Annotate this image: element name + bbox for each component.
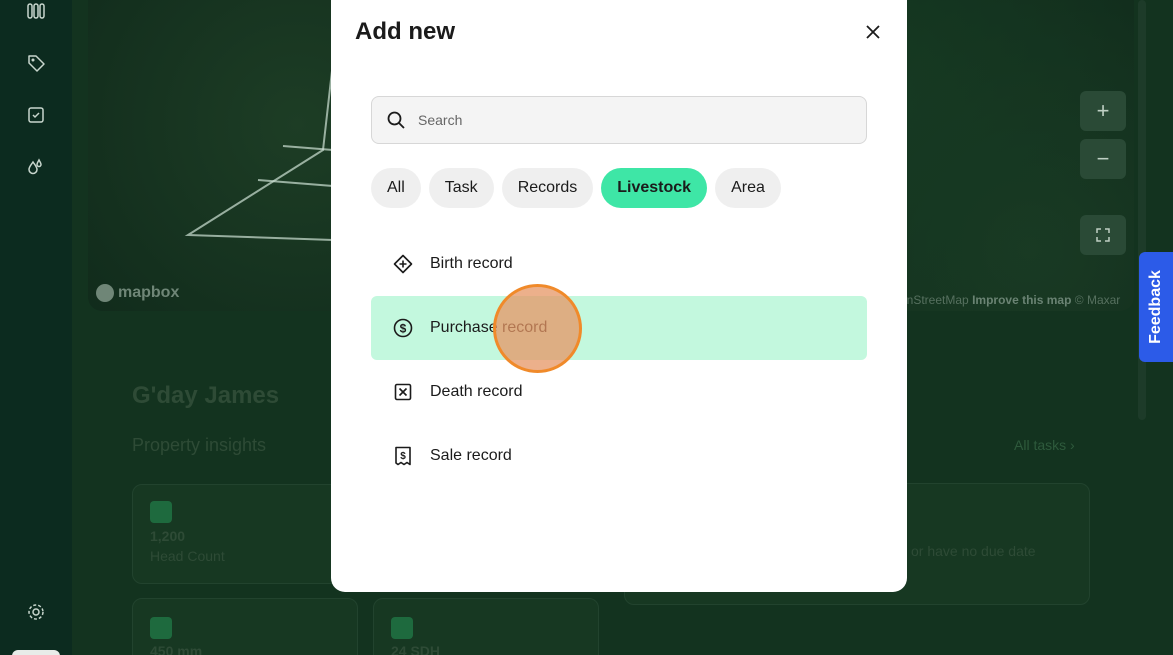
chip-livestock[interactable]: Livestock bbox=[601, 168, 708, 208]
click-indicator bbox=[493, 284, 582, 373]
tasks-empty-text: or have no due date bbox=[911, 543, 1036, 559]
all-tasks-link[interactable]: All tasks › bbox=[1014, 437, 1075, 453]
svg-text:$: $ bbox=[400, 322, 407, 336]
search-field[interactable] bbox=[371, 96, 867, 144]
mapbox-logo: mapbox bbox=[96, 284, 179, 302]
zoom-out-button[interactable]: − bbox=[1080, 139, 1126, 179]
receipt-dollar-icon: $ bbox=[391, 444, 415, 468]
card-value: 24 SDH bbox=[391, 643, 441, 655]
insight-card: 1,200 Head Count bbox=[132, 484, 358, 584]
record-list: Birth record $ Purchase record Death rec… bbox=[371, 232, 867, 488]
profile-tab[interactable] bbox=[12, 650, 60, 655]
columns-icon[interactable] bbox=[24, 0, 48, 24]
add-new-modal: Add new All Task Records Livestock Area … bbox=[331, 0, 907, 592]
card-badge bbox=[150, 617, 172, 639]
improve-map-link[interactable]: Improve this map bbox=[972, 293, 1071, 307]
checkbox-icon[interactable] bbox=[24, 103, 48, 127]
sale-record-item[interactable]: $ Sale record bbox=[371, 424, 867, 488]
card-label: Head Count bbox=[150, 548, 225, 564]
greeting-heading: G'day James bbox=[132, 382, 280, 409]
item-label: Sale record bbox=[430, 447, 512, 464]
chip-all[interactable]: All bbox=[371, 168, 421, 208]
fullscreen-button[interactable] bbox=[1080, 215, 1126, 255]
item-label: Birth record bbox=[430, 255, 513, 272]
chip-area[interactable]: Area bbox=[715, 168, 781, 208]
sidebar bbox=[0, 0, 72, 655]
card-badge bbox=[150, 501, 172, 523]
chip-task[interactable]: Task bbox=[428, 168, 494, 208]
chip-records[interactable]: Records bbox=[501, 168, 594, 208]
search-input[interactable] bbox=[418, 112, 838, 128]
insight-card: 24 SDH bbox=[373, 598, 599, 655]
close-icon bbox=[866, 25, 880, 39]
insight-card: 450 mm bbox=[132, 598, 358, 655]
card-badge bbox=[391, 617, 413, 639]
map-attribution: enStreetMap Improve this map © Maxar bbox=[900, 293, 1121, 307]
tag-icon[interactable] bbox=[24, 51, 48, 75]
expand-icon bbox=[1096, 228, 1110, 242]
droplets-icon[interactable] bbox=[24, 155, 48, 179]
modal-title: Add new bbox=[355, 18, 455, 45]
birth-icon bbox=[391, 252, 415, 276]
svg-text:$: $ bbox=[400, 451, 406, 462]
filter-chips: All Task Records Livestock Area bbox=[371, 168, 781, 208]
x-square-icon bbox=[391, 380, 415, 404]
search-icon bbox=[387, 111, 405, 129]
card-value: 1,200 bbox=[150, 528, 186, 544]
birth-record-item[interactable]: Birth record bbox=[371, 232, 867, 296]
purchase-record-item[interactable]: $ Purchase record bbox=[371, 296, 867, 360]
item-label: Death record bbox=[430, 383, 523, 400]
dollar-circle-icon: $ bbox=[391, 316, 415, 340]
insights-heading: Property insights bbox=[132, 435, 267, 455]
close-button[interactable] bbox=[861, 20, 885, 44]
gear-icon[interactable] bbox=[24, 600, 48, 624]
card-value: 450 mm bbox=[150, 643, 203, 655]
feedback-button[interactable]: Feedback bbox=[1139, 252, 1173, 362]
zoom-in-button[interactable]: + bbox=[1080, 91, 1126, 131]
death-record-item[interactable]: Death record bbox=[371, 360, 867, 424]
